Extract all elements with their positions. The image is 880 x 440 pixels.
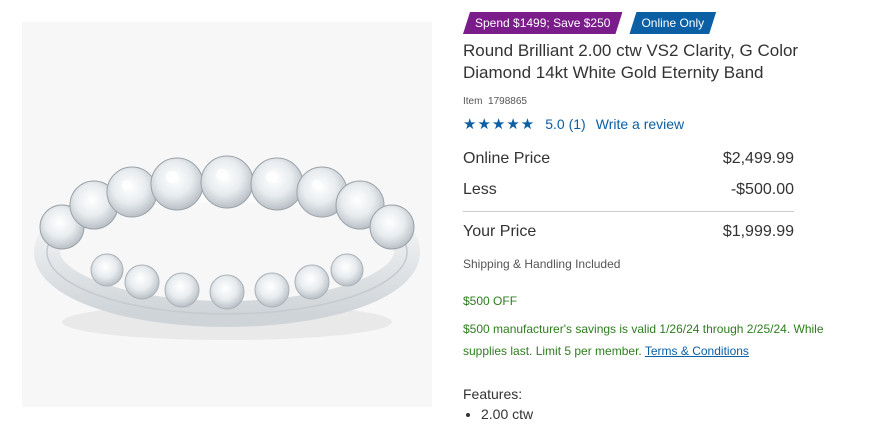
feature-item: 2.00 ctw bbox=[481, 404, 858, 424]
item-number: Item 1798865 bbox=[463, 96, 858, 107]
your-price-value: $1,999.99 bbox=[722, 222, 794, 240]
write-review-link[interactable]: Write a review bbox=[596, 116, 684, 132]
rating-stars-icon[interactable]: ★★★★★ bbox=[463, 115, 535, 133]
badge-row: Spend $1499; Save $250 Online Only bbox=[463, 12, 858, 34]
promo-badge: Spend $1499; Save $250 bbox=[463, 12, 622, 34]
terms-conditions-link[interactable]: Terms & Conditions bbox=[645, 344, 749, 358]
your-price-row: Your Price $1,999.99 bbox=[463, 216, 794, 247]
features-heading: Features: bbox=[463, 386, 523, 402]
price-divider bbox=[463, 211, 794, 212]
less-row: Less -$500.00 bbox=[463, 174, 794, 205]
offer-details-text: $500 manufacturer's savings is valid 1/2… bbox=[463, 322, 824, 358]
online-price-row: Online Price $2,499.99 bbox=[463, 143, 794, 174]
eternity-band-image bbox=[34, 155, 420, 340]
product-info: Spend $1499; Save $250 Online Only Round… bbox=[463, 12, 858, 424]
less-value: -$500.00 bbox=[730, 180, 794, 198]
your-price-label: Your Price bbox=[463, 222, 537, 240]
product-title: Round Brilliant 2.00 ctw VS2 Clarity, G … bbox=[463, 41, 799, 82]
online-price-label: Online Price bbox=[463, 149, 551, 167]
offer-headline: $500 OFF bbox=[463, 294, 518, 308]
price-table: Online Price $2,499.99 Less -$500.00 You… bbox=[463, 143, 794, 247]
shipping-note: Shipping & Handling Included bbox=[463, 257, 621, 271]
offer-details: $500 manufacturer's savings is valid 1/2… bbox=[463, 318, 853, 362]
item-label: Item bbox=[463, 96, 483, 107]
online-price-value: $2,499.99 bbox=[722, 149, 794, 167]
online-only-badge: Online Only bbox=[629, 12, 716, 34]
rating-row: ★★★★★ 5.0 (1) Write a review bbox=[463, 115, 858, 133]
product-image[interactable] bbox=[22, 22, 432, 407]
less-label: Less bbox=[463, 180, 497, 198]
features-list: 2.00 ctw bbox=[463, 404, 858, 424]
rating-score[interactable]: 5.0 (1) bbox=[545, 116, 585, 132]
item-number-value: 1798865 bbox=[488, 96, 527, 107]
